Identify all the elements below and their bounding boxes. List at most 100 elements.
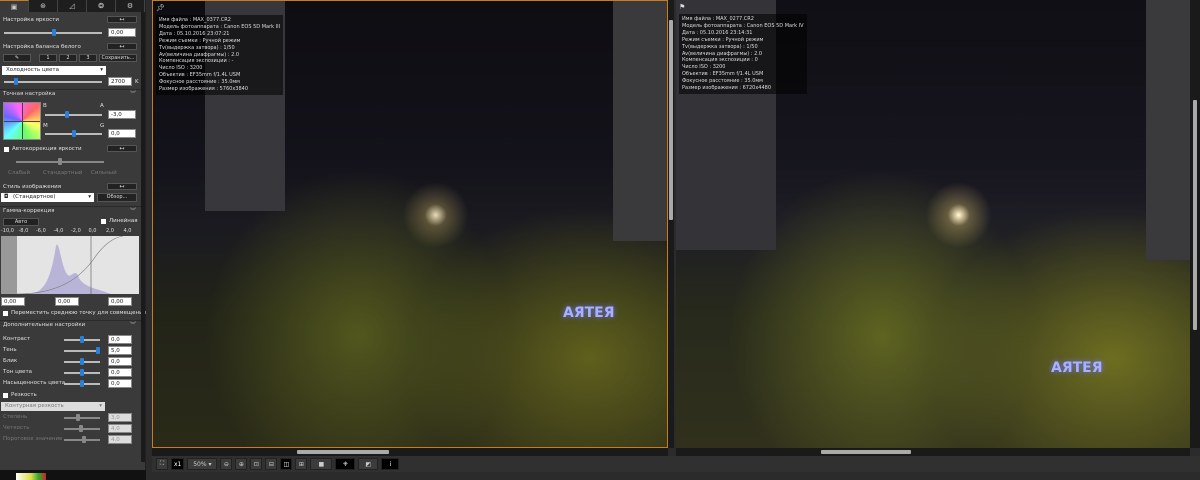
advanced-slider[interactable] xyxy=(64,358,100,365)
wb-save-button[interactable]: Сохранить... xyxy=(99,54,137,62)
slider-knob[interactable] xyxy=(80,369,84,376)
slider-knob[interactable] xyxy=(65,111,69,118)
sharpness-slider[interactable] xyxy=(64,414,100,421)
palette-scrollbar[interactable] xyxy=(141,12,145,462)
tab-tone-curve[interactable]: ◿ xyxy=(58,0,87,12)
advanced-input[interactable]: 0,0 xyxy=(108,335,132,344)
ba-slider[interactable] xyxy=(45,111,102,118)
mg-input[interactable]: 0,0 xyxy=(108,129,136,138)
brightness-reset-button[interactable]: ↤ xyxy=(107,16,137,23)
sharpness-input[interactable]: 3,0 xyxy=(108,413,132,422)
mg-slider[interactable] xyxy=(45,130,102,137)
wb-mode-value: Холодность цвета xyxy=(6,67,59,73)
single-view-button[interactable]: ⊡ xyxy=(250,458,263,470)
wb-preset-1[interactable]: 1 xyxy=(39,54,57,62)
gamma-header[interactable]: Гамма-коррекция ︾ xyxy=(0,206,145,215)
fit-button[interactable]: ⛶ xyxy=(156,458,168,470)
info-button[interactable]: i xyxy=(381,458,400,470)
slider-knob[interactable] xyxy=(76,414,80,421)
wb-temp-input[interactable]: 2700 xyxy=(108,77,132,86)
advanced-slider[interactable] xyxy=(64,347,100,354)
wb-preset-2[interactable]: 2 xyxy=(59,54,77,62)
gamma-right-input[interactable]: 0,00 xyxy=(108,297,132,306)
tab-detail[interactable]: ⊛ xyxy=(29,0,58,12)
slider-knob[interactable] xyxy=(82,436,86,443)
auto-brightness-checkbox[interactable] xyxy=(4,147,9,152)
wb-mode-select[interactable]: Холодность цвета ▾ xyxy=(2,66,106,75)
slider-knob[interactable] xyxy=(52,29,56,36)
background-color-button[interactable]: ■ xyxy=(310,458,333,470)
sharpness-input[interactable]: 4,0 xyxy=(108,435,132,444)
sync-button[interactable]: ⊞ xyxy=(295,458,308,470)
sharpness-slider[interactable] xyxy=(64,436,100,443)
advanced-slider[interactable] xyxy=(64,369,100,376)
tab-color[interactable]: ❂ xyxy=(87,0,116,12)
linear-checkbox[interactable] xyxy=(101,219,106,224)
pin-icon[interactable]: 📌︎ xyxy=(156,4,165,12)
advanced-header[interactable]: Дополнительные настройки ︾ xyxy=(0,320,145,329)
gamma-mid-input[interactable]: 0,00 xyxy=(55,297,79,306)
level-weak: Слабый xyxy=(8,170,31,176)
settings-icon: ⚙ xyxy=(126,2,134,10)
auto-level-slider[interactable] xyxy=(16,158,104,165)
sharpness-checkbox[interactable] xyxy=(3,393,8,398)
move-mid-label: Переместить среднюю точку для совмещения xyxy=(11,310,146,316)
wb-preset-3[interactable]: 3 xyxy=(79,54,97,62)
sharpness-mode-select[interactable]: Контурная резкость ▾ xyxy=(1,402,105,411)
vertical-split-button[interactable]: ◫ xyxy=(280,458,293,470)
gamma-tick: -8,0 xyxy=(18,228,29,234)
advanced-input[interactable]: 0,0 xyxy=(108,368,132,377)
gamma-tick: 2,0 xyxy=(106,228,114,234)
highlight-warning-button[interactable]: ◩ xyxy=(358,458,379,470)
brightness-slider[interactable] xyxy=(4,29,102,36)
eyedropper-button[interactable]: ✎ xyxy=(3,54,31,62)
ba-input[interactable]: -3,0 xyxy=(108,110,136,119)
zoom-out-button[interactable]: ⊖ xyxy=(220,458,233,470)
slider-knob[interactable] xyxy=(80,380,84,387)
slider-knob[interactable] xyxy=(58,158,62,165)
advanced-input[interactable]: 5,0 xyxy=(108,346,132,355)
slider-knob[interactable] xyxy=(80,336,84,343)
move-mid-checkbox[interactable] xyxy=(3,311,8,316)
style-reset-button[interactable]: ↤ xyxy=(107,183,137,190)
zoom-select[interactable]: 50% ▾ xyxy=(187,458,218,470)
slider-knob[interactable] xyxy=(80,358,84,365)
tab-basic[interactable]: ▣ xyxy=(0,0,29,12)
slider-knob[interactable] xyxy=(96,347,100,354)
gamma-auto-button[interactable]: Авто xyxy=(3,218,39,226)
advanced-input[interactable]: 0,0 xyxy=(108,379,132,388)
horizontal-split-button[interactable]: ⊟ xyxy=(265,458,278,470)
color-grid[interactable] xyxy=(3,102,41,140)
left-vscroll[interactable] xyxy=(668,0,674,448)
sharpness-input[interactable]: 4,0 xyxy=(108,424,132,433)
slider-knob[interactable] xyxy=(72,130,76,137)
tab-settings[interactable]: ⚙ xyxy=(116,0,145,12)
wb-reset-button[interactable]: ↤ xyxy=(107,43,137,50)
auto-reset-button[interactable]: ↤ xyxy=(107,145,137,152)
gamma-left-input[interactable]: 0,00 xyxy=(1,297,25,306)
chevron-down-icon: ▾ xyxy=(88,194,91,200)
browse-button[interactable]: Обзор... xyxy=(97,193,137,202)
sharpness-slider[interactable] xyxy=(64,425,100,432)
detail-icon: ⊛ xyxy=(40,2,46,10)
flag-icon[interactable]: ⚑ xyxy=(679,3,685,11)
picture-style-select[interactable]: ◘ (Стандартное) ▾ xyxy=(1,193,94,202)
left-hscroll[interactable] xyxy=(152,448,668,456)
fine-tune-header[interactable]: Точная настройка ︾ xyxy=(0,89,145,98)
slider-knob[interactable] xyxy=(14,78,18,85)
advanced-slider[interactable] xyxy=(64,336,100,343)
histogram[interactable] xyxy=(1,236,139,294)
af-points-button[interactable]: ⁜ xyxy=(335,458,356,470)
advanced-input[interactable]: 0,0 xyxy=(108,357,132,366)
auto-brightness-title: Автокоррекция яркости xyxy=(12,146,82,152)
right-hscroll[interactable] xyxy=(676,448,1190,456)
wb-temp-slider[interactable] xyxy=(4,78,102,85)
right-image-view[interactable]: АЯТЕЯ ⚑ Имя файла : MAX_0277.CR2 Модель ф… xyxy=(676,0,1190,448)
advanced-slider[interactable] xyxy=(64,380,100,387)
left-image-view[interactable]: АЯТЕЯ 📌︎ Имя файла : MAX_0377.CR2 Модель … xyxy=(152,0,668,448)
zoom-in-button[interactable]: ⊕ xyxy=(235,458,248,470)
right-vscroll[interactable] xyxy=(1190,0,1200,448)
zoom-100-button[interactable]: x1 xyxy=(171,458,185,470)
slider-knob[interactable] xyxy=(79,425,83,432)
brightness-input[interactable]: 0,00 xyxy=(108,28,136,37)
